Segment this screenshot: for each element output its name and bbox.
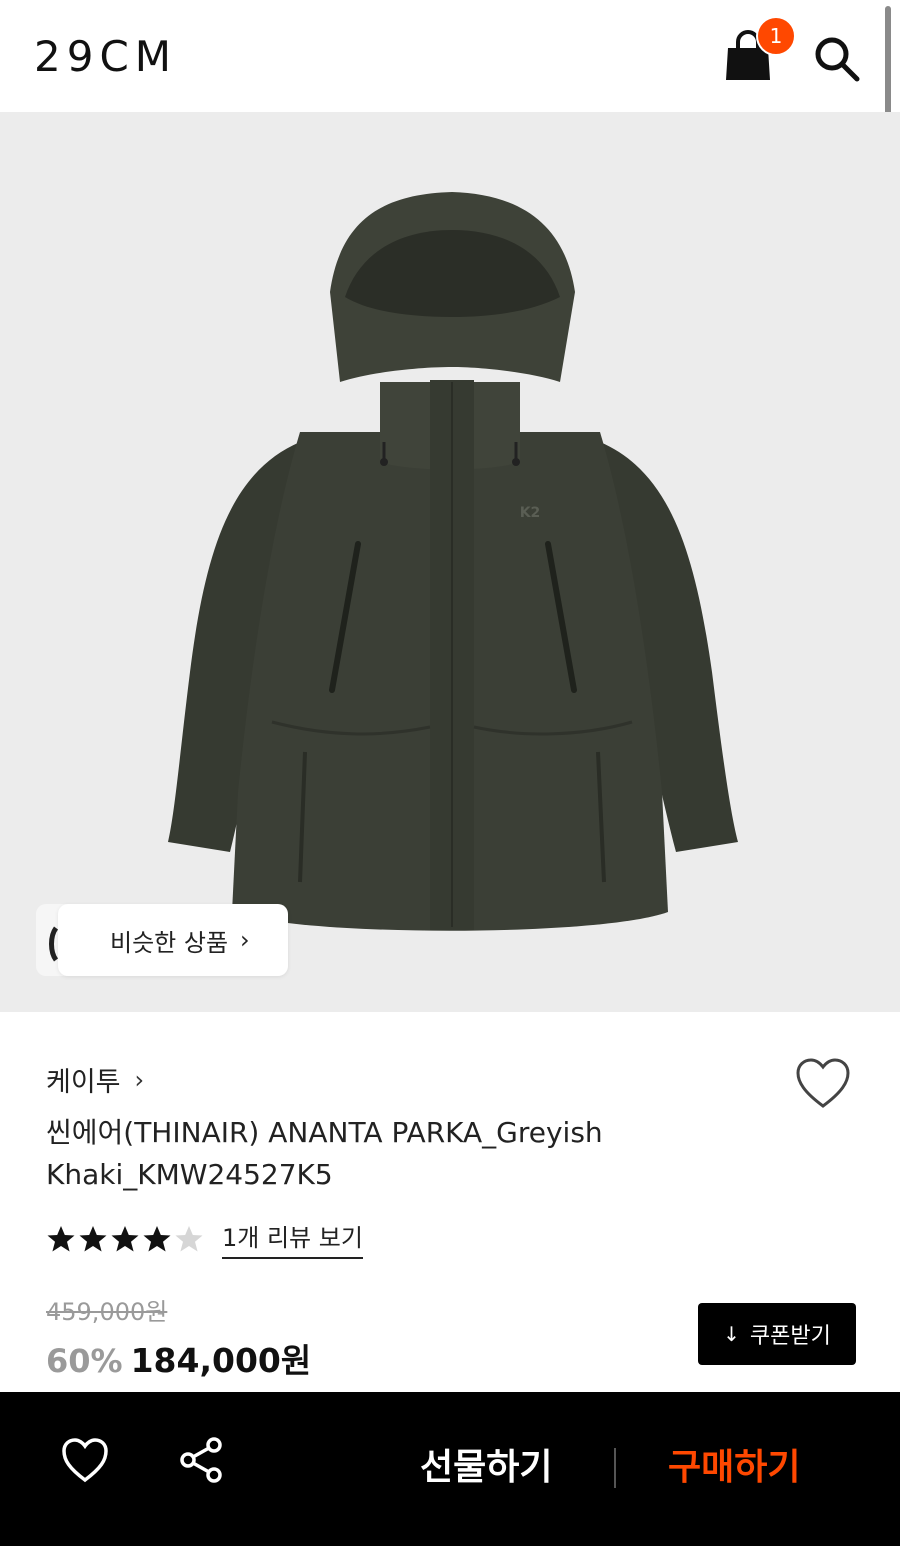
divider [614,1448,616,1488]
top-header: 29CM 1 [0,0,900,186]
sale-price: 184,000원 [130,1341,312,1380]
rating-row: 1개 리뷰 보기 [46,1218,363,1259]
coupon-button[interactable]: ↓ 쿠폰받기 [698,1303,856,1365]
bottom-action-bar: 선물하기 구매하기 [0,1392,900,1546]
product-image[interactable]: K2 [0,112,900,1012]
similar-products-button[interactable]: 비슷한 상품 › [58,904,288,976]
original-price: 459,000원 [46,1298,168,1326]
gift-button[interactable]: 선물하기 [420,1438,552,1490]
share-icon[interactable] [178,1436,224,1484]
star-icon [143,1225,171,1251]
star-icon [111,1225,139,1251]
star-icon [47,1225,75,1251]
brand-name: 케이투 [46,1067,121,1098]
discount-rate: 60% [46,1342,123,1380]
jacket-logo: K2 [520,505,541,521]
heart-icon[interactable] [794,1056,852,1110]
star-icon [79,1225,107,1251]
heart-icon[interactable] [60,1436,110,1484]
review-link[interactable]: 1개 리뷰 보기 [222,1218,363,1259]
sale-price-row: 60% 184,000원 [46,1334,311,1382]
similar-products-label: 비슷한 상품 [110,928,229,957]
cart-count-badge: 1 [756,16,796,56]
star-icon [175,1225,203,1251]
rating-stars [46,1224,204,1254]
buy-button[interactable]: 구매하기 [668,1438,800,1490]
download-icon: ↓ [723,1322,740,1346]
chevron-right-icon: › [134,1065,145,1094]
logo[interactable]: 29CM [34,32,177,81]
chevron-right-icon: › [240,926,250,954]
jacket-illustration: K2 [168,192,738,931]
coupon-label: 쿠폰받기 [749,1324,831,1349]
product-title: 씬에어(THINAIR) ANANTA PARKA_Greyish Khaki_… [46,1116,603,1191]
brand-link[interactable]: 케이투 › [46,1060,144,1099]
search-icon[interactable] [812,34,862,84]
